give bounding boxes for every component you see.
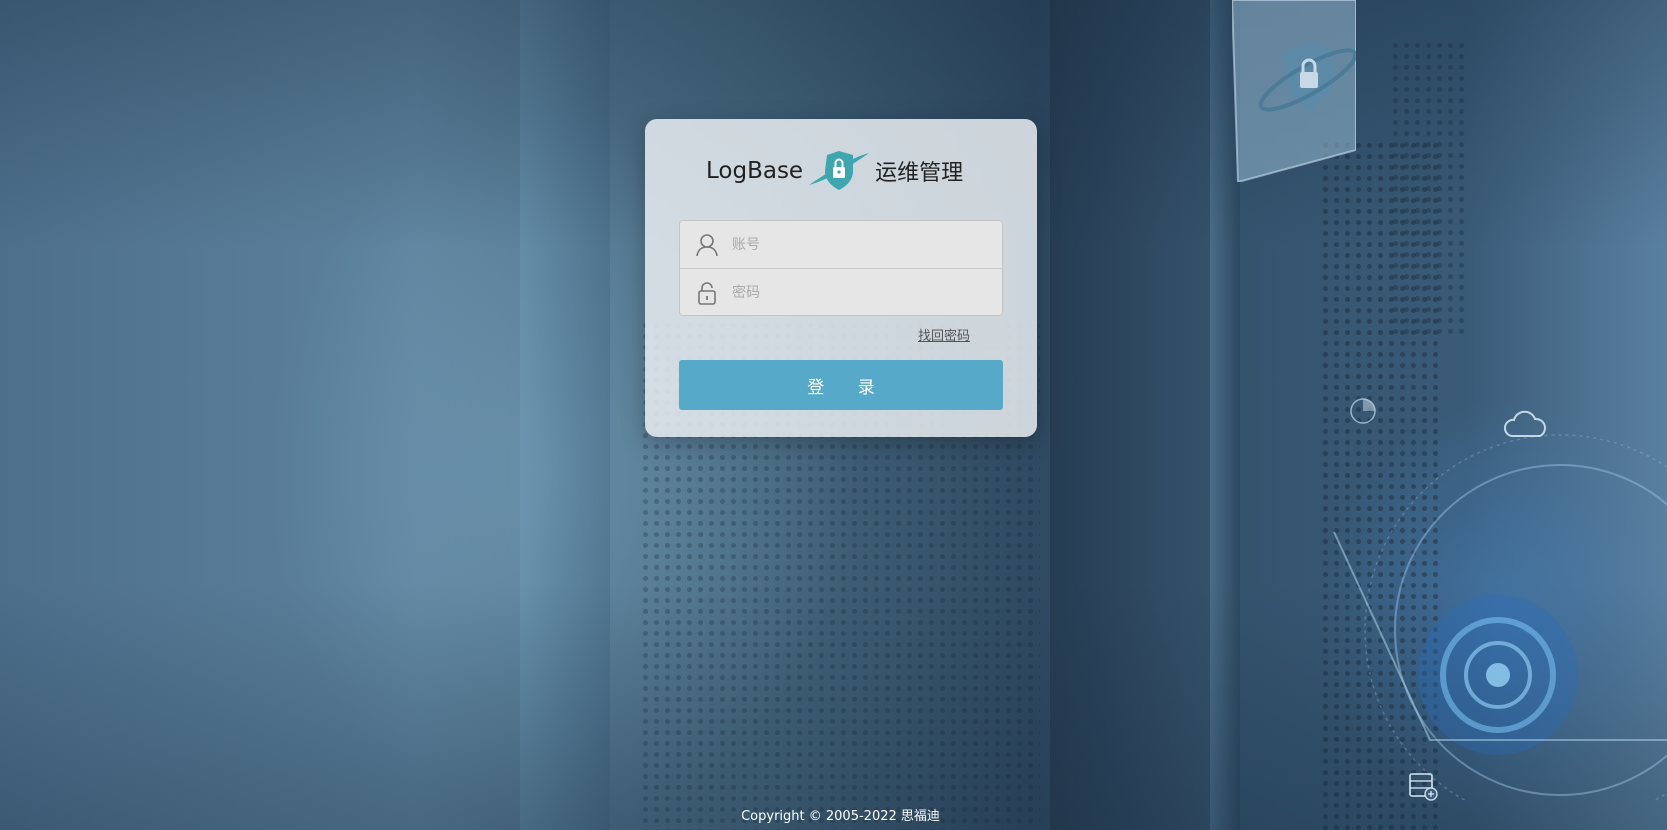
product-name: 运维管理 (875, 161, 964, 186)
user-icon (696, 233, 718, 257)
login-button[interactable]: 登 录 (679, 360, 1003, 410)
tech-globe-decoration (1330, 380, 1667, 826)
password-field (680, 268, 1002, 315)
logo: LogBase 运维管理 (706, 149, 963, 193)
server-add-icon (1407, 770, 1439, 806)
credentials-form (679, 220, 1003, 316)
forgot-password-link[interactable]: 找回密码 (918, 325, 970, 344)
cloud-icon (1502, 410, 1550, 444)
shield-lock-plaque-icon (1230, 0, 1358, 184)
login-card: LogBase 运维管理 找回密码 登 录 (645, 119, 1037, 437)
shield-lock-logo-icon (807, 149, 871, 193)
brand-name: LogBase (706, 158, 804, 184)
lock-icon (696, 281, 718, 305)
pie-chart-icon (1348, 396, 1378, 430)
account-field (680, 221, 1002, 268)
password-input[interactable] (730, 283, 984, 302)
copyright-text: Copyright © 2005-2022 思福迪 (741, 809, 940, 824)
account-input[interactable] (730, 235, 984, 254)
